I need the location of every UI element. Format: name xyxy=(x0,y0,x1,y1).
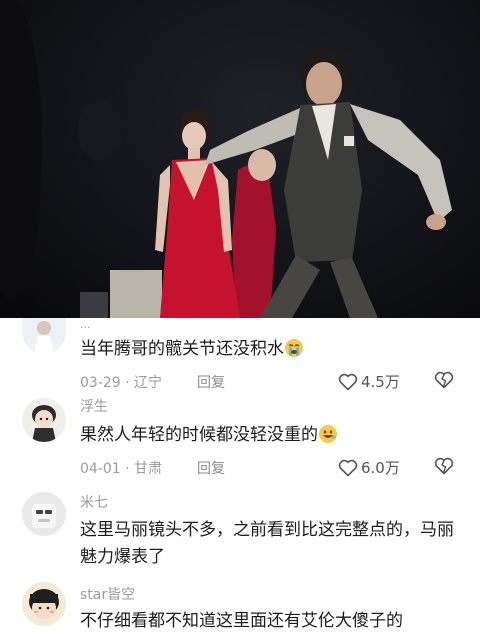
comment-item: 米七 这里马丽镜头不多，之前看到比这完整点的，马丽魅力爆表了 xyxy=(0,488,480,580)
comment-date: 04-01 xyxy=(80,461,121,477)
grinning-face-icon xyxy=(319,425,337,443)
comment-text: 这里马丽镜头不多，之前看到比这完整点的，马丽魅力爆表了 xyxy=(80,520,454,567)
comment-username[interactable]: star皆空 xyxy=(80,584,135,604)
comment-item: ... 当年腾哥的髋关节还没积水 03-29 · 辽宁 回复 4.5万 xyxy=(0,318,480,394)
crying-face-icon xyxy=(285,339,303,357)
comment-location: 辽宁 xyxy=(134,375,163,391)
comment-username[interactable]: ... xyxy=(80,318,91,331)
broken-heart-icon[interactable] xyxy=(434,457,454,475)
comment-text: 果然人年轻的时候都没轻没重的 xyxy=(80,422,470,449)
heart-icon xyxy=(338,373,358,390)
comment-date: 03-29 xyxy=(80,375,121,391)
comment-meta: 03-29 · 辽宁 xyxy=(80,372,162,392)
comment-username[interactable]: 浮生 xyxy=(80,396,108,416)
comment-text: 当年腾哥的髋关节还没积水 xyxy=(80,336,470,363)
user-avatar[interactable] xyxy=(22,582,66,626)
user-avatar[interactable] xyxy=(22,318,66,354)
like-button[interactable]: 6.0万 xyxy=(338,457,400,478)
heart-icon xyxy=(338,459,358,476)
user-avatar[interactable] xyxy=(22,492,66,536)
comment-meta: 04-01 · 甘肃 xyxy=(80,458,162,478)
comment-item: 浮生 果然人年轻的时候都没轻没重的 04-01 · 甘肃 回复 6.0万 xyxy=(0,394,480,484)
comment-location: 甘肃 xyxy=(134,461,163,477)
meta-separator: · xyxy=(120,375,135,391)
reply-button[interactable]: 回复 xyxy=(197,458,225,478)
video-frame[interactable] xyxy=(0,0,480,318)
like-count: 4.5万 xyxy=(361,373,400,391)
user-avatar[interactable] xyxy=(22,398,66,442)
comment-username[interactable]: 米七 xyxy=(80,492,108,512)
stage-scene-image xyxy=(0,0,452,318)
like-button[interactable]: 4.5万 xyxy=(338,371,400,392)
comment-text: 不仔细看都不知道这里面还有艾伦大傻子的 xyxy=(80,611,403,631)
comment-item: star皆空 不仔细看都不知道这里面还有艾伦大傻子的 xyxy=(0,582,480,640)
broken-heart-icon[interactable] xyxy=(434,371,454,389)
reply-button[interactable]: 回复 xyxy=(197,372,225,392)
like-count: 6.0万 xyxy=(361,459,400,477)
meta-separator: · xyxy=(120,461,135,477)
